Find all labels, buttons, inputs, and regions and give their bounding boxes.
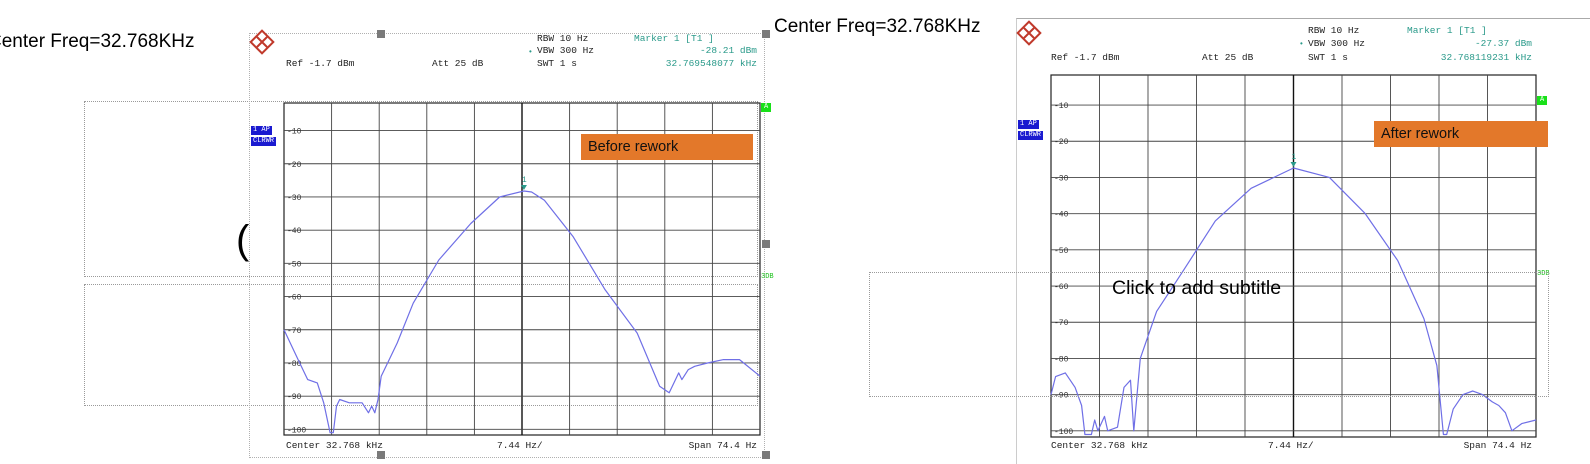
- left-center-freq-label: Center Freq=32.768KHz: [0, 31, 195, 52]
- left-trace-tag-clrwr: CLRWR: [251, 137, 277, 146]
- right-y-tick-label: -50: [1054, 247, 1069, 256]
- left-before-rework-label[interactable]: Before rework: [581, 134, 753, 160]
- right-vbw-indicator-icon: •: [1300, 39, 1303, 48]
- left-sweep-time: SWT 1 s: [537, 58, 577, 69]
- right-after-rework-label[interactable]: After rework: [1374, 121, 1548, 147]
- left-spectrum-screenshot: Ref -1.7 dBm Att 25 dB RBW 10 Hz • VBW 3…: [249, 29, 774, 458]
- left-footer-span: Span 74.4 Hz: [688, 440, 757, 451]
- left-footer-center: Center 32.768 kHz: [286, 440, 383, 451]
- right-attenuation: Att 25 dB: [1202, 52, 1254, 63]
- left-footer-division: 7.44 Hz/: [497, 440, 543, 451]
- right-trace-tag-ap: 1 AP: [1018, 120, 1039, 129]
- right-y-tick-label: -100: [1054, 428, 1073, 437]
- left-y-tick-label: -60: [287, 294, 302, 303]
- right-a-tag: A: [1537, 96, 1548, 105]
- right-vbw: VBW 300 Hz: [1308, 38, 1366, 49]
- left-y-tick-label: -10: [287, 128, 302, 137]
- left-y-tick-label: -70: [287, 327, 302, 336]
- left-title-placeholder-text: (: [236, 218, 250, 262]
- left-marker-number: 1: [522, 176, 527, 185]
- right-y-tick-label: -10: [1054, 102, 1069, 111]
- left-attenuation: Att 25 dB: [432, 58, 484, 69]
- left-marker-frequency: 32.769548077 kHz: [665, 58, 757, 69]
- right-marker-label: Marker 1 [T1 ]: [1407, 25, 1487, 36]
- left-marker-label: Marker 1 [T1 ]: [634, 33, 714, 44]
- right-sweep-time: SWT 1 s: [1308, 52, 1348, 63]
- left-vbw: VBW 300 Hz: [537, 45, 595, 56]
- right-marker-frequency: 32.768119231 kHz: [1440, 52, 1532, 63]
- left-vbw-indicator-icon: •: [529, 47, 532, 56]
- left-marker-level: -28.21 dBm: [699, 45, 757, 56]
- right-y-tick-label: -20: [1054, 138, 1069, 147]
- right-footer-division: 7.44 Hz/: [1268, 440, 1314, 451]
- left-y-tick-label: -100: [287, 426, 306, 435]
- right-footer-span: Span 74.4 Hz: [1463, 440, 1532, 451]
- right-marker-level: -27.37 dBm: [1474, 38, 1532, 49]
- right-footer-center: Center 32.768 kHz: [1051, 440, 1148, 451]
- right-y-tick-label: -30: [1054, 174, 1069, 183]
- left-y-tick-label: -30: [287, 194, 302, 203]
- right-rbw: RBW 10 Hz: [1308, 25, 1360, 36]
- left-trace-tag-ap: 1 AP: [251, 126, 272, 135]
- left-rbw: RBW 10 Hz: [537, 33, 589, 44]
- left-a-tag: A: [761, 103, 772, 112]
- left-ref-level: Ref -1.7 dBm: [286, 58, 355, 69]
- right-ref-level: Ref -1.7 dBm: [1051, 52, 1120, 63]
- rohde-schwarz-logo-icon: [249, 29, 275, 55]
- left-y-tick-label: -40: [287, 227, 302, 236]
- right-marker-number: 1: [1292, 153, 1297, 162]
- left-y-tick-label: -20: [287, 161, 302, 170]
- right-y-tick-label: -40: [1054, 211, 1069, 220]
- right-center-freq-label: Center Freq=32.768KHz: [774, 16, 981, 37]
- left-y-tick-label: -90: [287, 393, 302, 402]
- left-side-tag: 3DB: [761, 273, 774, 281]
- left-y-tick-label: -50: [287, 260, 302, 269]
- right-trace-tag-clrwr: CLRWR: [1018, 131, 1044, 140]
- right-marker-icon: [1290, 162, 1297, 168]
- rohde-schwarz-logo-icon: [1016, 20, 1042, 46]
- right-subtitle-placeholder-text: Click to add subtitle: [1112, 277, 1282, 299]
